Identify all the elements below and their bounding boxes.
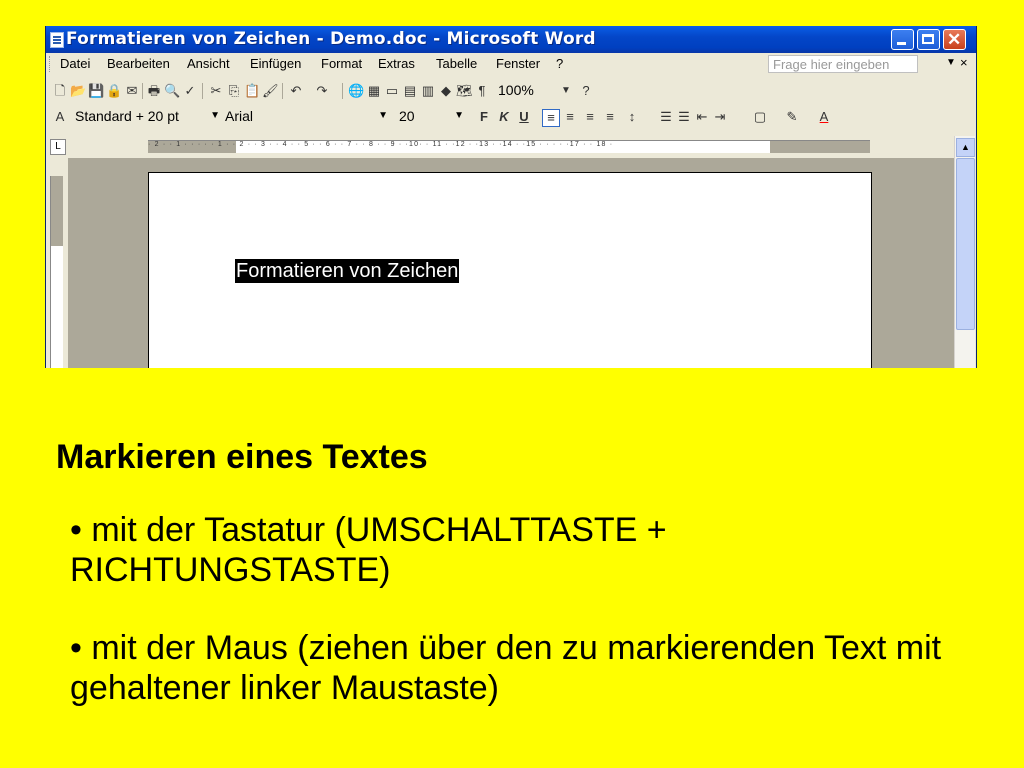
insert-table-icon[interactable]: ▭ <box>384 83 400 99</box>
menu-fenster[interactable]: Fenster <box>496 56 540 71</box>
styles-formatting-icon[interactable]: A <box>52 109 68 125</box>
spelling-icon[interactable]: ✓ <box>182 83 198 99</box>
minimize-icon <box>897 42 906 45</box>
document-page[interactable]: Formatieren von Zeichen <box>148 172 872 368</box>
font-size-select[interactable]: 20 ▼ <box>396 107 468 126</box>
close-button[interactable]: ✕ <box>943 29 966 50</box>
cut-icon[interactable]: ✂ <box>208 83 224 99</box>
drawing-icon[interactable]: ◆ <box>438 83 454 99</box>
print-preview-icon[interactable]: 🔍 <box>164 83 180 99</box>
menu-bar: Datei Bearbeiten Ansicht Einfügen Format… <box>46 53 976 75</box>
vertical-scrollbar[interactable]: ▲ <box>954 136 975 368</box>
chevron-down-icon: ▼ <box>454 110 464 121</box>
save-icon[interactable]: 💾 <box>88 83 104 99</box>
minimize-button[interactable] <box>891 29 914 50</box>
redo-icon[interactable]: ↷ <box>314 83 330 99</box>
highlight-icon[interactable]: ✎ <box>784 109 800 125</box>
horizontal-ruler-row: L · 2 · · 1 · · · · · 1 · · 2 · · 3 · · … <box>46 136 976 156</box>
zoom-value[interactable]: 100% <box>498 82 534 98</box>
underline-button[interactable]: U <box>516 109 532 125</box>
new-document-icon[interactable]: 🗋 <box>52 83 68 99</box>
decrease-indent-icon[interactable]: ⇤ <box>694 109 710 125</box>
menu-ansicht[interactable]: Ansicht <box>187 56 230 71</box>
scroll-up-icon[interactable]: ▲ <box>956 138 975 157</box>
format-painter-icon[interactable]: 🖌 <box>262 83 279 99</box>
document-map-icon[interactable]: 🗺 <box>456 83 473 99</box>
word-window: Formatieren von Zeichen - Demo.doc - Mic… <box>45 26 977 368</box>
columns-icon[interactable]: ▥ <box>420 83 436 99</box>
restore-icon <box>922 34 934 44</box>
show-formatting-icon[interactable]: ¶ <box>474 83 490 99</box>
toolbar-separator <box>282 83 283 99</box>
align-left-icon[interactable]: ≡ <box>542 109 560 127</box>
open-folder-icon[interactable]: 📂 <box>70 83 86 99</box>
bullet-mouse: • mit der Maus (ziehen über den zu marki… <box>70 629 942 707</box>
word-document-icon[interactable] <box>50 32 64 48</box>
toolbar-separator <box>142 83 143 99</box>
menubar-grip[interactable] <box>49 56 53 72</box>
menu-bearbeiten[interactable]: Bearbeiten <box>107 56 170 71</box>
paste-icon[interactable]: 📋 <box>244 83 260 99</box>
style-select[interactable]: Standard + 20 pt ▼ <box>72 107 224 126</box>
restore-button[interactable] <box>917 29 940 50</box>
bullet-keyboard: • mit der Tastatur (UMSCHALTTASTE + RICH… <box>70 511 667 589</box>
border-icon[interactable]: ▢ <box>752 109 768 125</box>
insert-excel-icon[interactable]: ▤ <box>402 83 418 99</box>
font-value: Arial <box>225 108 254 124</box>
slide-heading: Markieren eines Textes <box>56 438 428 476</box>
formatting-toolbar: A Standard + 20 pt ▼ Arial ▼ 20 ▼ F K U ≡ ≡… <box>46 105 976 129</box>
tab-selector-icon[interactable]: L <box>50 139 66 155</box>
toolbar-separator <box>202 83 203 99</box>
bold-button[interactable]: F <box>476 109 492 125</box>
help-search-input[interactable]: Frage hier eingeben <box>768 55 918 73</box>
menu-tabelle[interactable]: Tabelle <box>436 56 477 71</box>
vertical-ruler-margin <box>51 176 63 246</box>
standard-toolbar: 🗋 📂 💾 🔒 ✉ 🖶 🔍 ✓ ✂ ⎘ 📋 🖌 ↶ ↷ 🌐 ▦ ▭ ▤ ▥ ◆ … <box>46 79 976 103</box>
zoom-dropdown-icon[interactable]: ▼ <box>558 83 574 99</box>
close-icon: ✕ <box>947 30 962 49</box>
close-document-icon[interactable]: × <box>960 55 968 70</box>
horizontal-ruler[interactable]: · 2 · · 1 · · · · · 1 · · 2 · · 3 · · 4 … <box>148 140 870 153</box>
title-bar: Formatieren von Zeichen - Demo.doc - Mic… <box>46 26 976 53</box>
chevron-down-icon: ▼ <box>210 110 220 121</box>
permission-icon[interactable]: 🔒 <box>106 83 122 99</box>
vertical-ruler <box>46 158 68 368</box>
scroll-thumb[interactable] <box>956 158 975 330</box>
bullets-icon[interactable]: ☰ <box>676 109 692 125</box>
selected-text[interactable]: Formatieren von Zeichen <box>235 259 460 283</box>
increase-indent-icon[interactable]: ⇥ <box>712 109 728 125</box>
undo-icon[interactable]: ↶ <box>288 83 304 99</box>
toolbar-separator <box>342 83 343 99</box>
vertical-ruler-scale[interactable] <box>50 176 63 368</box>
menu-help[interactable]: ? <box>556 56 563 71</box>
align-center-icon[interactable]: ≡ <box>562 109 578 125</box>
help-icon[interactable]: ? <box>578 83 594 99</box>
chevron-down-icon: ▼ <box>378 110 388 121</box>
style-value: Standard + 20 pt <box>75 108 179 124</box>
menu-datei[interactable]: Datei <box>60 56 90 71</box>
ruler-marks: · 2 · · 1 · · · · · 1 · · 2 · · 3 · · 4 … <box>148 141 614 148</box>
font-select[interactable]: Arial ▼ <box>222 107 392 126</box>
numbering-icon[interactable]: ☰ <box>658 109 674 125</box>
document-area: Formatieren von Zeichen <box>68 158 956 368</box>
justify-icon[interactable]: ≡ <box>602 109 618 125</box>
window-title: Formatieren von Zeichen - Demo.doc - Mic… <box>66 29 596 49</box>
menu-einfuegen[interactable]: Einfügen <box>250 56 301 71</box>
chevron-down-icon[interactable]: ▼ <box>946 57 956 68</box>
italic-button[interactable]: K <box>496 109 512 125</box>
email-icon[interactable]: ✉ <box>124 83 140 99</box>
font-size-value: 20 <box>399 108 415 124</box>
print-icon[interactable]: 🖶 <box>146 83 162 99</box>
menu-extras[interactable]: Extras <box>378 56 415 71</box>
align-right-icon[interactable]: ≡ <box>582 109 598 125</box>
font-color-icon[interactable]: A <box>816 109 832 125</box>
copy-icon[interactable]: ⎘ <box>226 83 242 99</box>
menu-format[interactable]: Format <box>321 56 362 71</box>
hyperlink-icon[interactable]: 🌐 <box>348 83 364 99</box>
tables-borders-icon[interactable]: ▦ <box>366 83 382 99</box>
line-spacing-icon[interactable]: ↕ <box>624 109 640 125</box>
